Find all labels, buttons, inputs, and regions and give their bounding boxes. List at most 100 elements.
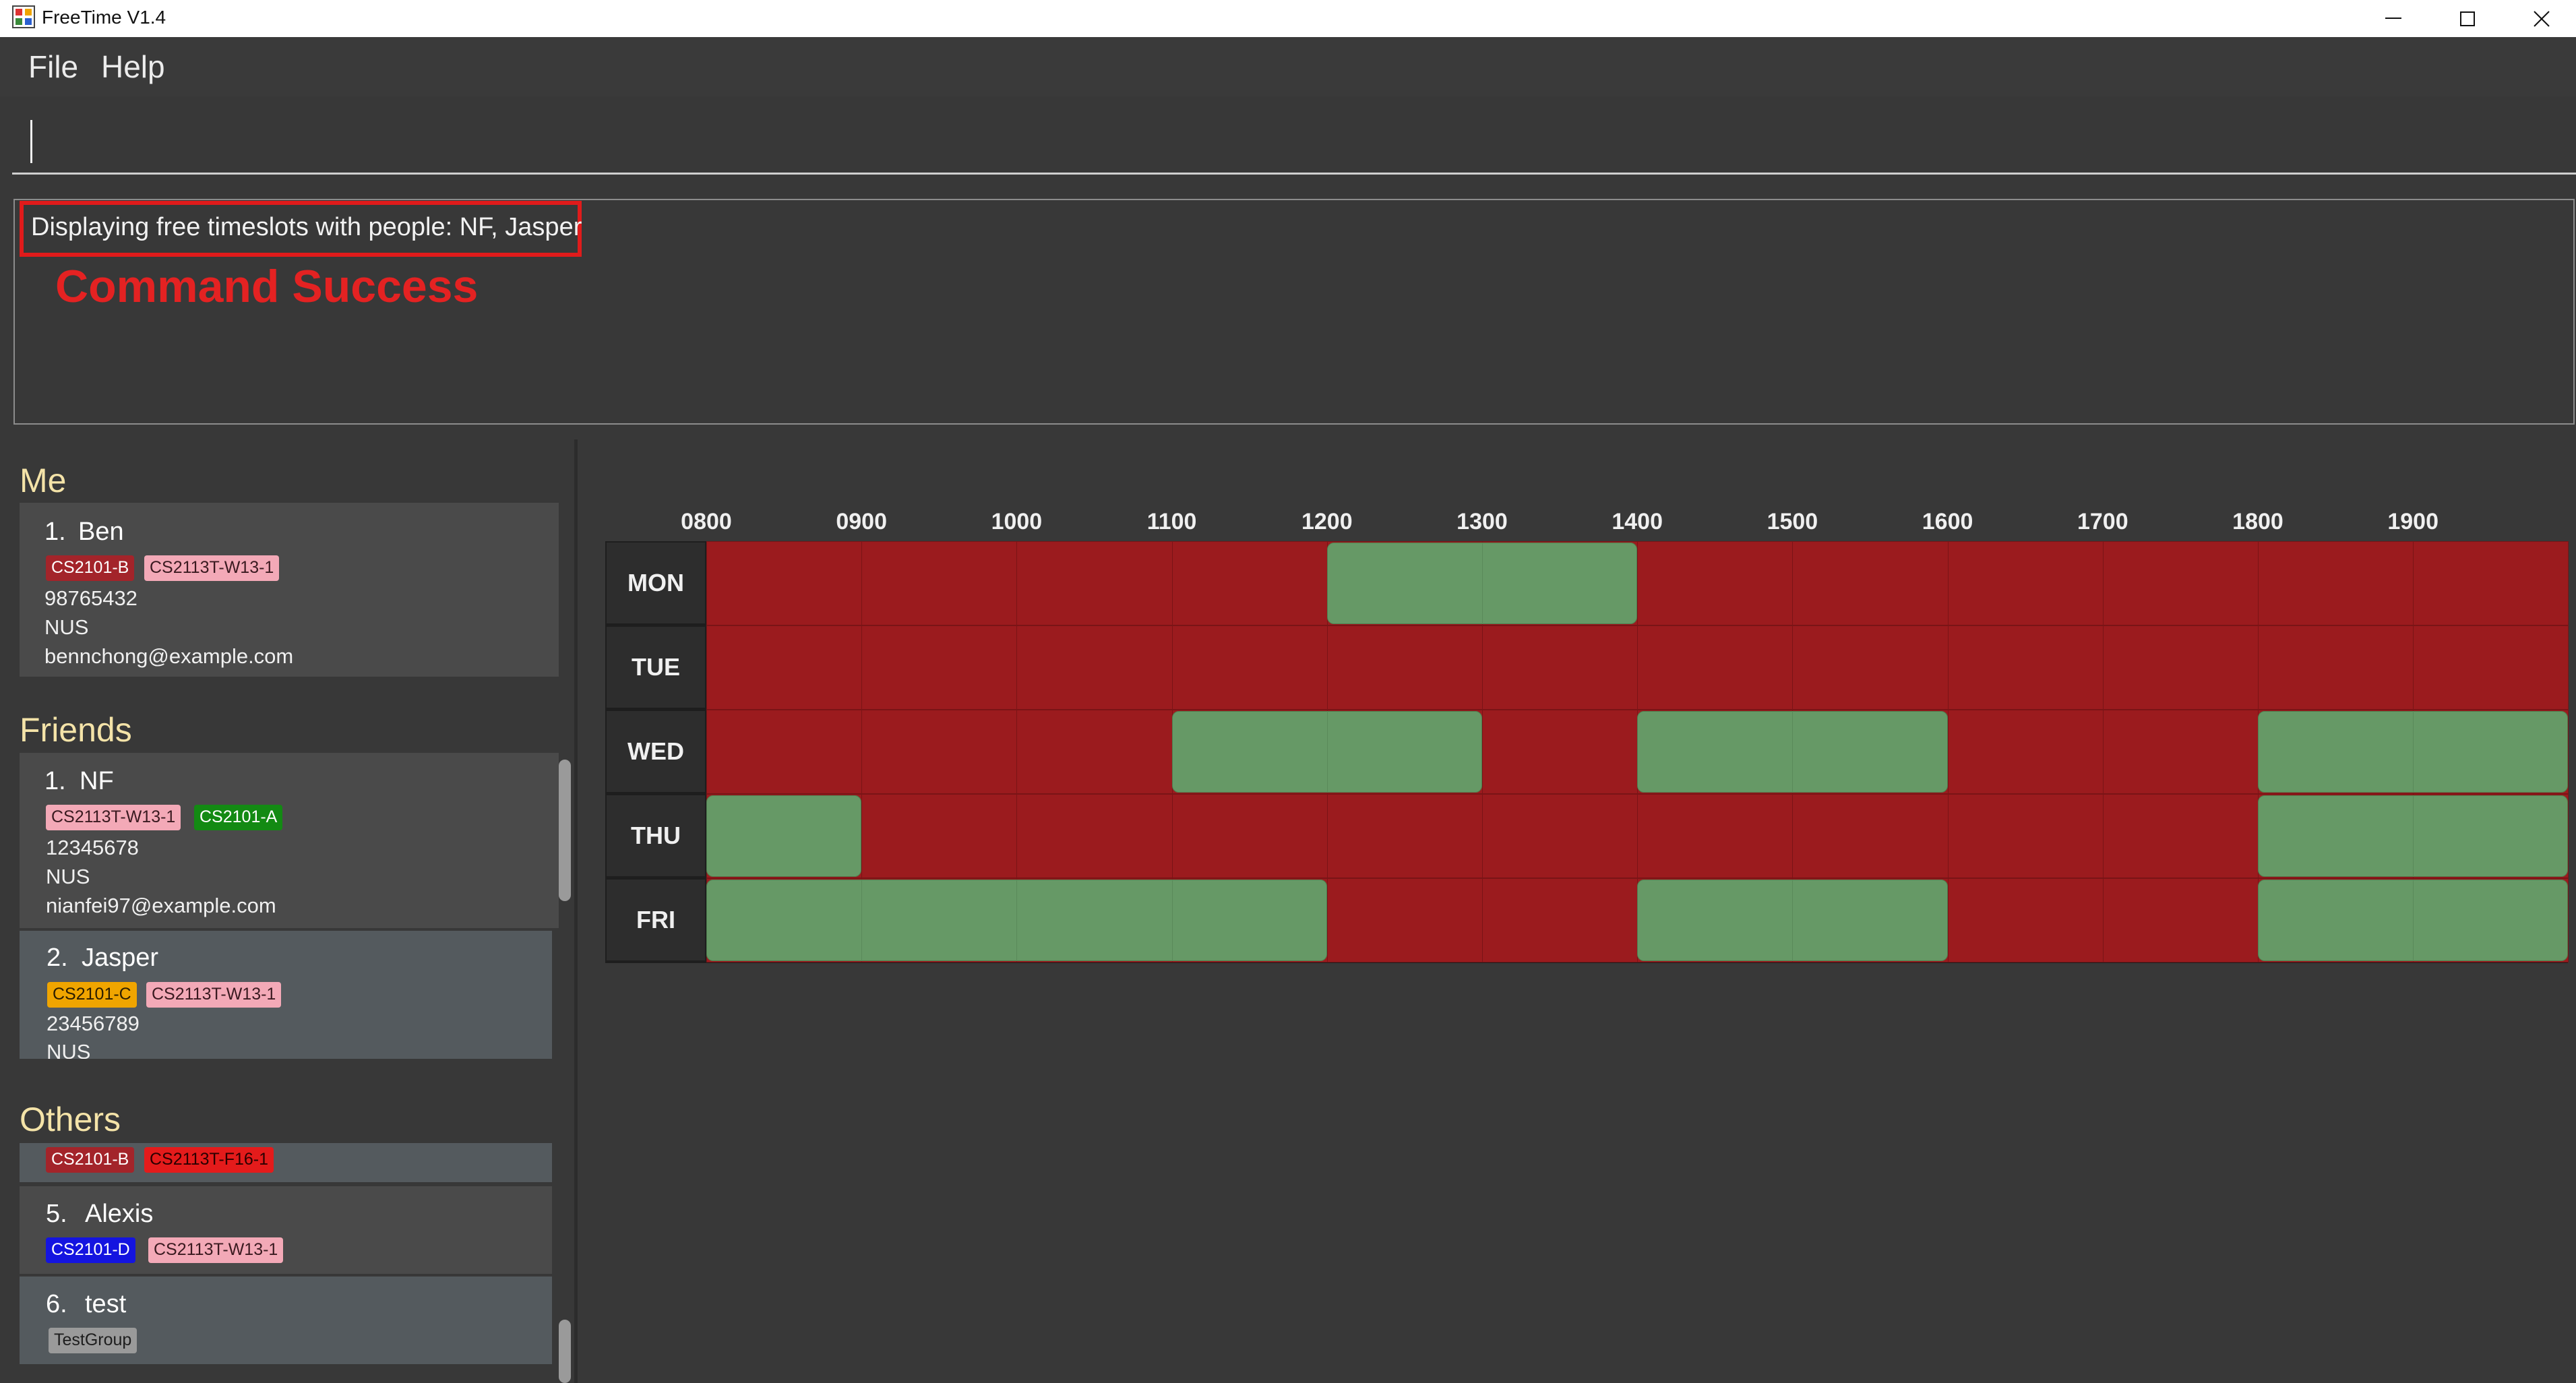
tag-badge: TestGroup [49,1328,137,1353]
tag-badge: CS2113T-F16-1 [144,1147,274,1173]
busy-slot [1947,541,2104,625]
busy-slot [706,625,863,710]
person-name: Alexis [85,1200,154,1228]
busy-slot [2102,710,2259,794]
person-phone: 23456789 [47,1012,140,1035]
close-button[interactable] [2505,0,2576,37]
person-card-jasper[interactable]: 2. Jasper CS2101-C CS2113T-W13-1 2345678… [20,931,552,1059]
busy-slot [2102,794,2259,878]
busy-slot [1792,541,1949,625]
section-title-friends: Friends [20,711,132,749]
busy-slot [1482,710,1638,794]
busy-slot [1947,625,2104,710]
annotation-command-success: Command Success [55,261,479,312]
person-index: 5. [46,1200,67,1228]
busy-slot [2102,541,2259,625]
hour-label: 1800 [2232,509,2283,534]
day-label-fri: FRI [605,878,706,962]
section-title-me: Me [20,462,67,499]
grid-line [1171,880,1173,961]
busy-slot [861,541,1018,625]
person-name: NF [80,767,114,795]
grid-line [1792,880,1793,961]
grid-line [1016,880,1018,961]
grid-line [2413,880,2414,961]
busy-slot [1016,625,1173,710]
person-school: NUS [44,615,89,639]
tag-badge: CS2113T-W13-1 [46,805,181,830]
busy-slot [1016,794,1173,878]
hour-label: 1200 [1301,509,1353,534]
hour-label: 1900 [2387,509,2439,534]
person-name: Jasper [82,944,159,972]
busy-slot [1792,794,1949,878]
hour-label: 0800 [681,509,732,534]
person-index: 1. [44,767,66,795]
busy-slot [2258,541,2414,625]
close-icon [2534,11,2550,27]
hour-label: 1000 [991,509,1043,534]
busy-slot [1482,794,1638,878]
busy-slot [1947,794,2104,878]
hour-label: 0900 [836,509,887,534]
tag-badge: CS2113T-W13-1 [146,982,282,1008]
busy-slot [1171,625,1328,710]
person-name: Ben [78,518,124,546]
busy-slot [2102,878,2259,962]
busy-slot [1326,625,1483,710]
busy-slot [1947,878,2104,962]
others-scrollbar[interactable] [559,1320,571,1383]
window-title: FreeTime V1.4 [42,7,166,28]
tag-badge: CS2101-D [46,1237,135,1263]
minimize-icon [2385,18,2401,19]
grid-line [1792,711,1793,793]
grid-line [2413,711,2414,793]
person-phone: 12345678 [46,836,139,859]
busy-slot [1326,794,1483,878]
tag-badge: CS2101-B [46,1147,135,1173]
tag-badge: CS2113T-W13-1 [144,555,280,581]
day-label-mon: MON [605,541,706,625]
tag-badge: CS2101-C [47,982,137,1008]
busy-slot [2258,625,2414,710]
free-slot [706,795,862,877]
hour-label: 1100 [1146,509,1197,534]
busy-slot [1792,625,1949,710]
busy-slot [1637,625,1793,710]
minimize-button[interactable] [2356,0,2430,37]
tag-badge: CS2113T-W13-1 [148,1237,284,1263]
maximize-icon [2460,11,2475,26]
command-underline [12,173,2576,175]
person-index: 2. [47,944,68,972]
grid-line [861,880,863,961]
busy-slot [2102,625,2259,710]
grid-line [2413,795,2414,877]
section-title-others: Others [20,1101,121,1138]
busy-slot [1171,541,1328,625]
busy-slot [861,794,1018,878]
busy-slot [861,710,1018,794]
command-box[interactable] [0,96,2576,177]
person-email: bennchong@example.com [44,644,294,668]
person-phone: 98765432 [44,586,137,610]
busy-slot [706,541,863,625]
busy-slot [1016,541,1173,625]
person-index: 6. [46,1290,67,1318]
busy-slot [1482,625,1638,710]
app-icon [12,5,35,28]
grid-line [1482,543,1483,624]
person-index: 1. [44,518,66,546]
person-name: test [85,1290,127,1318]
busy-slot [1637,541,1793,625]
busy-slot [2413,625,2569,710]
grid-line [1326,711,1328,793]
hour-label: 1700 [2077,509,2128,534]
person-school: NUS [46,865,90,888]
menu-help[interactable]: Help [101,47,165,86]
friends-scrollbar[interactable] [559,760,571,901]
maximize-button[interactable] [2430,0,2505,37]
busy-slot [861,625,1018,710]
hour-label: 1300 [1456,509,1508,534]
menu-file[interactable]: File [28,47,78,86]
tag-badge: CS2101-B [46,555,135,581]
